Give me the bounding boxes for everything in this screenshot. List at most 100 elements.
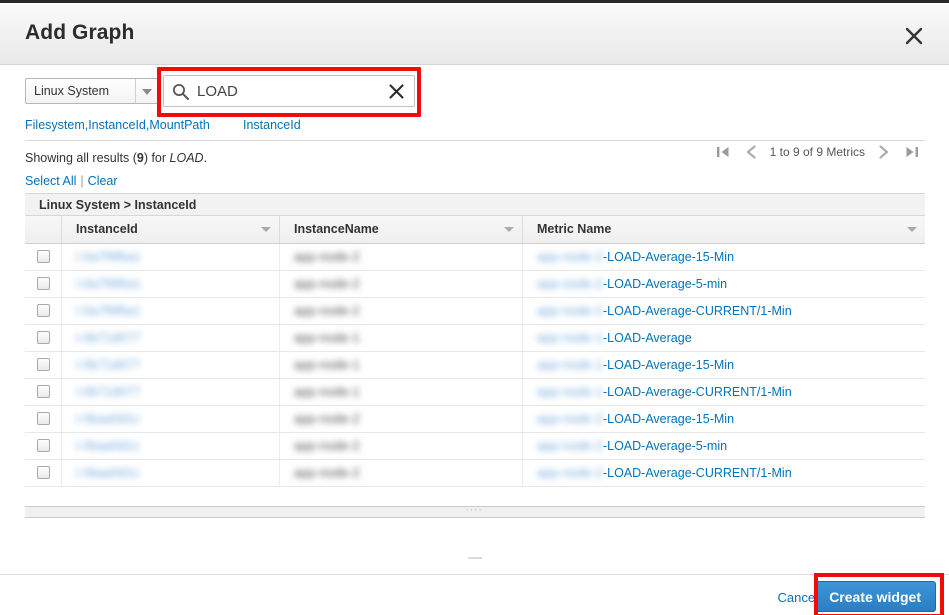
table-group-header: Linux System > InstanceId (25, 193, 925, 216)
row-checkbox-cell (25, 244, 61, 270)
row-checkbox[interactable] (37, 385, 50, 398)
redacted-metric-prefix: app-node-2 (537, 466, 603, 480)
table-row[interactable]: i-0a7f9f6a1 app-node-2 app-node-2-LOAD-Ave… (25, 298, 925, 325)
table-row[interactable]: i-0baa0d1c app-node-2 app-node-2-LOAD-Aver… (25, 460, 925, 487)
cell-instance-id[interactable]: i-0a7f9f6a1 (61, 271, 279, 297)
redacted-instance-id: i-0a7f9f6a1 (76, 250, 141, 264)
column-header-instancename[interactable]: InstanceName (279, 216, 522, 243)
close-icon[interactable] (901, 23, 927, 49)
cell-metric-name[interactable]: app-node-2-LOAD-Average-CURRENT/1-Min (522, 460, 925, 486)
cell-instance-id[interactable]: i-0b71d077 (61, 379, 279, 405)
cell-instance-name: app-node-2 (279, 244, 522, 270)
selection-links: Select All | Clear (25, 174, 118, 188)
row-checkbox[interactable] (37, 304, 50, 317)
cell-metric-name[interactable]: app-node-1-LOAD-Average-CURRENT/1-Min (522, 379, 925, 405)
sort-icon[interactable] (504, 227, 514, 232)
cell-instance-name: app-node-2 (279, 460, 522, 486)
clear-link[interactable]: Clear (88, 174, 118, 188)
table-row[interactable]: i-0a7f9f6a1 app-node-2 app-node-2-LOAD-Ave… (25, 271, 925, 298)
create-widget-button[interactable]: Create widget (814, 581, 936, 612)
cell-instance-id[interactable]: i-0baa0d1c (61, 460, 279, 486)
cell-metric-name[interactable]: app-node-2-LOAD-Average-15-Min (522, 244, 925, 270)
search-box[interactable] (163, 75, 415, 107)
redacted-metric-prefix: app-node-2 (537, 439, 603, 453)
cell-instance-id[interactable]: i-0b71d077 (61, 325, 279, 351)
results-suffix: . (203, 151, 208, 165)
dimension-tabs: Filesystem,InstanceId,MountPath Instance… (0, 115, 949, 141)
table-row[interactable]: i-0baa0d1c app-node-2 app-node-2-LOAD-Aver… (25, 406, 925, 433)
cell-metric-name[interactable]: app-node-1-LOAD-Average (522, 325, 925, 351)
metrics-table: Linux System > InstanceId InstanceId Ins… (25, 193, 925, 487)
cell-metric-name[interactable]: app-node-1-LOAD-Average-15-Min (522, 352, 925, 378)
redacted-instance-id: i-0baa0d1c (76, 439, 140, 453)
row-checkbox[interactable] (37, 358, 50, 371)
row-checkbox[interactable] (37, 250, 50, 263)
redacted-instance-id: i-0baa0d1c (76, 466, 140, 480)
cell-instance-id[interactable]: i-0a7f9f6a1 (61, 244, 279, 270)
redacted-instance-id: i-0a7f9f6a1 (76, 277, 141, 291)
cell-instance-name: app-node-2 (279, 433, 522, 459)
cell-instance-id[interactable]: i-0a7f9f6a1 (61, 298, 279, 324)
metric-name-label: -LOAD-Average-5-min (602, 439, 728, 453)
redacted-metric-prefix: app-node-1 (537, 358, 603, 372)
column-header-instanceid[interactable]: InstanceId (61, 216, 279, 243)
first-page-icon[interactable] (710, 139, 736, 165)
dimension-tab-instanceid[interactable]: InstanceId (243, 118, 301, 132)
graph-preview-area (25, 519, 925, 574)
redacted-instance-id: i-0a7f9f6a1 (76, 304, 141, 318)
dimension-tab-filesystem-instanceid-mountpath[interactable]: Filesystem,InstanceId,MountPath (25, 118, 210, 132)
search-input[interactable] (195, 76, 385, 106)
row-checkbox[interactable] (37, 412, 50, 425)
chevron-down-icon[interactable] (135, 79, 157, 103)
results-count: 9 (136, 151, 144, 165)
cell-instance-id[interactable]: i-0baa0d1c (61, 406, 279, 432)
row-checkbox[interactable] (37, 439, 50, 452)
results-query: LOAD (169, 151, 204, 165)
sort-icon[interactable] (907, 227, 917, 232)
namespace-select[interactable]: Linux System (25, 78, 158, 104)
cancel-button[interactable]: Cancel (778, 590, 818, 605)
page-title: Add Graph (25, 21, 135, 44)
cell-instance-name: app-node-2 (279, 271, 522, 297)
row-checkbox[interactable] (37, 331, 50, 344)
resize-grip-dots: '''' (466, 509, 484, 516)
previous-page-icon[interactable] (738, 139, 764, 165)
cell-metric-name[interactable]: app-node-2-LOAD-Average-CURRENT/1-Min (522, 298, 925, 324)
metric-name-label: -LOAD-Average-CURRENT/1-Min (602, 304, 792, 318)
row-checkbox-cell (25, 460, 61, 486)
panel-resize-handle[interactable]: '''' (25, 506, 925, 518)
metric-name-label: -LOAD-Average-5-min (602, 277, 728, 291)
table-row[interactable]: i-0b71d077 app-node-1 app-node-1-LOAD-Aver… (25, 379, 925, 406)
redacted-instance-id: i-0b71d077 (76, 385, 141, 399)
row-checkbox-cell (25, 379, 61, 405)
last-page-icon[interactable] (899, 139, 925, 165)
redacted-instance-name: app-node-2 (294, 466, 360, 480)
row-checkbox[interactable] (37, 277, 50, 290)
row-checkbox[interactable] (37, 466, 50, 479)
metric-name-label: -LOAD-Average-CURRENT/1-Min (602, 385, 792, 399)
table-row[interactable]: i-0b71d077 app-node-1 app-node-1-LOAD-Aver… (25, 352, 925, 379)
cell-metric-name[interactable]: app-node-2-LOAD-Average-5-min (522, 271, 925, 297)
sort-icon[interactable] (261, 227, 271, 232)
empty-graph-placeholder (468, 557, 482, 559)
select-all-link[interactable]: Select All (25, 174, 76, 188)
cell-metric-name[interactable]: app-node-2-LOAD-Average-15-Min (522, 406, 925, 432)
table-row[interactable]: i-0baa0d1c app-node-2 app-node-2-LOAD-Aver… (25, 433, 925, 460)
clear-icon[interactable] (387, 82, 406, 101)
next-page-icon[interactable] (871, 139, 897, 165)
modal-header: Add Graph (0, 3, 949, 65)
redacted-metric-prefix: app-node-1 (537, 331, 603, 345)
redacted-metric-prefix: app-node-2 (537, 304, 603, 318)
cell-instance-name: app-node-2 (279, 406, 522, 432)
table-row[interactable]: i-0a7f9f6a1 app-node-2 app-node-2-LOAD-Ave… (25, 244, 925, 271)
cell-instance-id[interactable]: i-0b71d077 (61, 352, 279, 378)
redacted-instance-name: app-node-2 (294, 439, 360, 453)
redacted-instance-name: app-node-1 (294, 358, 360, 372)
cell-instance-id[interactable]: i-0baa0d1c (61, 433, 279, 459)
column-header-instanceid-label: InstanceId (76, 222, 138, 236)
redacted-instance-name: app-node-2 (294, 250, 360, 264)
table-row[interactable]: i-0b71d077 app-node-1 app-node-1-LOAD-Aver… (25, 325, 925, 352)
redacted-instance-name: app-node-2 (294, 304, 360, 318)
column-header-metricname[interactable]: Metric Name (522, 216, 925, 243)
cell-metric-name[interactable]: app-node-2-LOAD-Average-5-min (522, 433, 925, 459)
